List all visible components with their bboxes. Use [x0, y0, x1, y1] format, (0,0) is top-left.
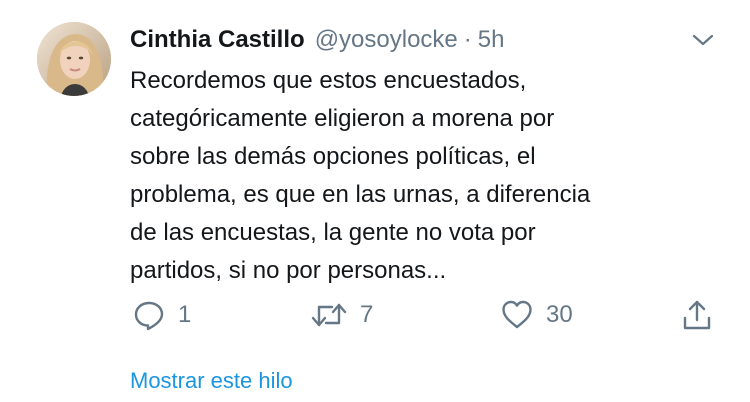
retweet-button[interactable]: 7	[310, 298, 373, 332]
reply-icon	[134, 301, 164, 331]
timestamp[interactable]: 5h	[478, 24, 505, 56]
reply-count: 1	[178, 301, 192, 328]
author-name[interactable]: Cinthia Castillo	[130, 24, 305, 56]
share-icon	[683, 300, 711, 330]
share-button[interactable]	[680, 298, 714, 332]
tweet-card[interactable]: Cinthia Castillo @yosoylocke · 5h Record…	[0, 0, 750, 402]
tweet-actions: 1 7 30	[0, 298, 750, 338]
retweet-count: 7	[360, 301, 374, 328]
tweet-text-line: de las encuestas, la gente no vota por	[130, 219, 536, 246]
heart-icon	[502, 300, 532, 329]
tweet-text-line: categóricamente eligieron a morena por	[130, 105, 555, 132]
tweet-text-line: partidos, si no por personas...	[130, 257, 447, 284]
reply-button[interactable]: 1	[132, 298, 191, 332]
tweet-text-line: sobre las demás opciones políticas, el	[130, 143, 536, 170]
tweet-header: Cinthia Castillo @yosoylocke · 5h	[130, 24, 504, 56]
avatar-image	[37, 22, 111, 96]
tweet-text-line: Recordemos que estos encuestados,	[130, 67, 527, 94]
tweet-text-line: problema, es que en las urnas, a diferen…	[130, 181, 591, 208]
tweet-text: Recordemos que estos encuestados, categó…	[130, 62, 730, 290]
chevron-down-icon	[692, 34, 714, 46]
separator-dot: ·	[463, 26, 472, 53]
author-handle[interactable]: @yosoylocke	[315, 24, 458, 56]
show-thread-link[interactable]: Mostrar este hilo	[130, 366, 293, 396]
retweet-icon	[311, 303, 347, 327]
tweet-menu-button[interactable]	[690, 30, 716, 50]
like-button[interactable]: 30	[500, 298, 573, 332]
like-count: 30	[546, 301, 573, 328]
avatar[interactable]	[37, 22, 111, 96]
